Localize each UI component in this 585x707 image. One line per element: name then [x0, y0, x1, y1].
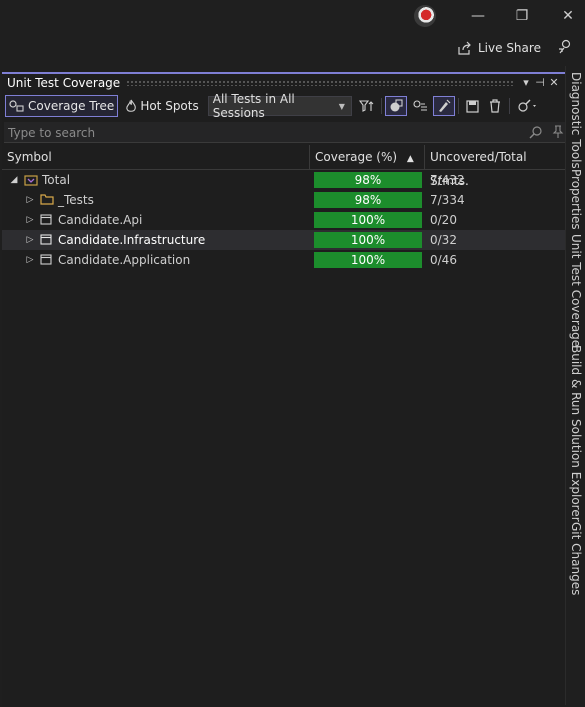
- live-share-button[interactable]: Live Share: [457, 38, 541, 58]
- folder-icon: [40, 194, 54, 205]
- tab-solution-explorer[interactable]: Solution Explorer: [566, 419, 585, 522]
- coverage-bar: 100%: [314, 212, 422, 228]
- table-row[interactable]: ▷ Candidate.Api 100% 0/20: [2, 210, 565, 230]
- hot-spots-button[interactable]: Hot Spots: [122, 96, 201, 116]
- restore-button[interactable]: ❐: [512, 6, 532, 26]
- expand-icon[interactable]: ▷: [24, 250, 36, 270]
- pane-title-bar: Unit Test Coverage ▾ ⊣ ✕: [2, 74, 565, 91]
- search-input[interactable]: [4, 122, 510, 144]
- pane-menu-icon[interactable]: ▾: [519, 76, 533, 89]
- delete-results-button[interactable]: [484, 96, 506, 116]
- filter-button[interactable]: [356, 96, 378, 116]
- drag-grip[interactable]: [126, 79, 513, 86]
- tab-diagnostic-tools[interactable]: Diagnostic Tools: [566, 72, 585, 169]
- project-icon: [40, 214, 52, 225]
- pane-title: Unit Test Coverage: [7, 75, 121, 90]
- sort-ascending-icon: ▲: [406, 154, 414, 164]
- project-icon: [40, 254, 52, 265]
- tool-window-rail: Diagnostic Tools Properties Unit Test Co…: [565, 66, 585, 705]
- tab-git-changes[interactable]: Git Changes: [566, 522, 585, 595]
- restore-icon: ❐: [515, 8, 529, 24]
- save-results-button[interactable]: [462, 96, 484, 116]
- close-icon: ✕: [562, 8, 574, 24]
- pin-icon[interactable]: ⊣: [533, 76, 547, 89]
- row-stmts: 0/46: [430, 253, 457, 267]
- row-stmts: 0/20: [430, 213, 457, 227]
- minimize-button[interactable]: —: [468, 6, 488, 26]
- flame-icon: [126, 99, 137, 112]
- tab-properties[interactable]: Properties: [566, 169, 585, 230]
- feedback-icon[interactable]: [556, 38, 574, 56]
- options-dropdown-button[interactable]: [513, 96, 543, 116]
- coverage-bar: 100%: [314, 252, 422, 268]
- account-avatar[interactable]: [414, 5, 436, 27]
- filter-icon: [358, 100, 374, 112]
- expand-icon[interactable]: ▷: [24, 210, 36, 230]
- row-stmts: 7/432: [430, 173, 465, 187]
- column-header-symbol[interactable]: Symbol: [2, 145, 310, 169]
- coverage-coloring-icon: [390, 99, 403, 112]
- table-row[interactable]: ◢ Total 98% 7/432: [2, 170, 565, 190]
- table-row[interactable]: ▷ _Tests 98% 7/334: [2, 190, 565, 210]
- row-symbol: Total: [42, 173, 71, 187]
- coverage-tree-icon: [9, 100, 24, 112]
- brush-icon: [438, 99, 451, 112]
- column-header-coverage-label: Coverage (%): [315, 150, 398, 164]
- settings-icon: [518, 99, 536, 112]
- share-icon: [458, 41, 471, 55]
- coverage-bar: 98%: [314, 172, 422, 188]
- session-select[interactable]: All Tests in All Sessions ▼: [207, 92, 352, 120]
- session-select-value: All Tests in All Sessions: [212, 92, 295, 120]
- tab-build-run[interactable]: Build & Run: [566, 345, 585, 415]
- collapse-icon[interactable]: ◢: [8, 170, 20, 190]
- row-symbol: Candidate.Infrastructure: [58, 233, 206, 247]
- expand-icon[interactable]: ▷: [24, 190, 36, 210]
- table-row-selected[interactable]: ▷ Candidate.Infrastructure 100% 0/32: [2, 230, 565, 250]
- merge-icon: [413, 100, 427, 111]
- row-symbol: Candidate.Application: [58, 253, 191, 267]
- chevron-down-icon: ▼: [338, 101, 345, 111]
- highlight-button[interactable]: [432, 96, 455, 116]
- coverage-bar: 98%: [314, 192, 422, 208]
- toolbar-separator: [457, 98, 459, 114]
- title-bar: [0, 0, 585, 34]
- merge-results-button[interactable]: [409, 96, 431, 116]
- solution-icon: [24, 175, 38, 186]
- tab-unit-test-coverage[interactable]: Unit Test Coverage: [566, 234, 585, 347]
- column-header-uncovered[interactable]: Uncovered/Total Stmts.: [425, 145, 565, 188]
- show-coverage-coloring-button[interactable]: [384, 96, 407, 116]
- pin-search-icon[interactable]: [552, 125, 564, 139]
- toolbar-separator: [508, 98, 510, 114]
- search-bar: [4, 122, 565, 144]
- live-share-label: Live Share: [478, 41, 541, 55]
- row-stmts: 7/334: [430, 193, 465, 207]
- minimize-icon: —: [471, 8, 485, 24]
- row-symbol: Candidate.Api: [58, 213, 143, 227]
- search-options-icon[interactable]: [529, 125, 543, 139]
- row-symbol: _Tests: [58, 193, 94, 207]
- coverage-tree-button[interactable]: Coverage Tree: [5, 95, 119, 117]
- row-stmts: 0/32: [430, 233, 457, 247]
- coverage-tree-label: Coverage Tree: [28, 99, 115, 113]
- pane-close-icon[interactable]: ✕: [547, 76, 561, 89]
- coverage-bar: 100%: [314, 232, 422, 248]
- trash-icon: [489, 99, 500, 113]
- hot-spots-label: Hot Spots: [140, 99, 199, 113]
- grid-header: Symbol Coverage (%) ▲ Uncovered/Total St…: [2, 145, 565, 188]
- column-header-coverage[interactable]: Coverage (%) ▲: [310, 145, 425, 169]
- close-window-button[interactable]: ✕: [558, 6, 578, 26]
- project-icon: [40, 234, 52, 245]
- coverage-toolbar: Coverage Tree Hot Spots All Tests in All…: [2, 92, 565, 120]
- toolbar-separator: [380, 98, 382, 114]
- table-row[interactable]: ▷ Candidate.Application 100% 0/46: [2, 250, 565, 270]
- save-icon: [466, 99, 479, 113]
- expand-icon[interactable]: ▷: [24, 230, 36, 250]
